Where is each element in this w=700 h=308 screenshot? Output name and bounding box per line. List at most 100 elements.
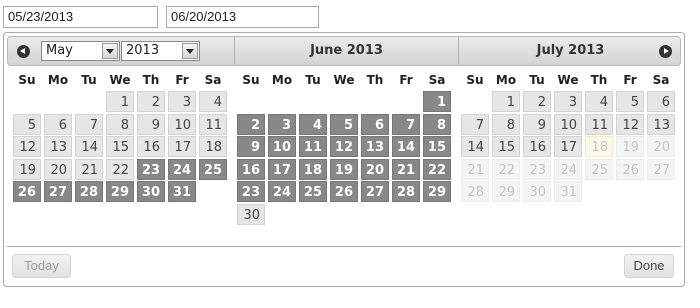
- day-cell[interactable]: 25: [199, 158, 227, 180]
- day-cell[interactable]: 29: [106, 181, 134, 202]
- day-cell[interactable]: 17: [168, 136, 196, 157]
- done-button[interactable]: Done: [624, 254, 674, 278]
- day-cell[interactable]: 25: [299, 181, 327, 202]
- day-cell[interactable]: 17: [268, 158, 296, 180]
- weekday-label: Su: [466, 73, 484, 87]
- day-cell[interactable]: 10: [554, 113, 582, 135]
- day-cell[interactable]: 27: [44, 181, 72, 202]
- next-month-icon[interactable]: [659, 45, 672, 58]
- month-select[interactable]: May: [41, 41, 120, 61]
- day-cell[interactable]: 16: [523, 136, 551, 157]
- day-cell[interactable]: 16: [137, 136, 165, 157]
- day-cell[interactable]: 23: [237, 181, 265, 202]
- day-cell[interactable]: 30: [137, 181, 165, 202]
- prev-month-icon[interactable]: [17, 45, 30, 58]
- day-cell[interactable]: 5: [13, 113, 41, 135]
- day-cell[interactable]: 15: [492, 136, 520, 157]
- weekday-label: Sa: [204, 73, 222, 87]
- day-cell[interactable]: 15: [106, 136, 134, 157]
- day-cell[interactable]: 18: [585, 136, 613, 157]
- day-cell[interactable]: 15: [423, 136, 451, 157]
- chevron-down-icon[interactable]: [182, 43, 198, 59]
- day-cell[interactable]: 1: [423, 91, 451, 112]
- day-cell[interactable]: 10: [268, 136, 296, 157]
- day-cell[interactable]: 3: [268, 113, 296, 135]
- day-cell[interactable]: 19: [330, 158, 358, 180]
- day-cell[interactable]: 26: [13, 181, 41, 202]
- day-cell[interactable]: 4: [199, 91, 227, 112]
- day-cell[interactable]: 13: [361, 136, 389, 157]
- day-cell[interactable]: 1: [492, 91, 520, 112]
- day-cell[interactable]: 14: [392, 136, 420, 157]
- day-cell[interactable]: 16: [237, 158, 265, 180]
- day-cell[interactable]: 11: [299, 136, 327, 157]
- weekday-label: Su: [18, 73, 36, 87]
- day-cell[interactable]: 12: [616, 113, 644, 135]
- day-cell[interactable]: 24: [268, 181, 296, 202]
- day-cell[interactable]: 20: [361, 158, 389, 180]
- day-cell[interactable]: 4: [585, 91, 613, 112]
- day-cell[interactable]: 22: [423, 158, 451, 180]
- day-cell[interactable]: 3: [168, 91, 196, 112]
- day-cell[interactable]: 10: [168, 113, 196, 135]
- day-cell[interactable]: 8: [492, 113, 520, 135]
- day-cell[interactable]: 14: [461, 136, 489, 157]
- day-cell[interactable]: 5: [616, 91, 644, 112]
- day-grid: 1 2 3 4 5 6 7 8 9 10 11 12 13 14 15 16 17 18 19 20 21 22 23 24 2…: [461, 91, 675, 202]
- day-cell[interactable]: 18: [299, 158, 327, 180]
- day-cell[interactable]: 31: [168, 181, 196, 202]
- day-cell[interactable]: 4: [299, 113, 327, 135]
- empty-day-cell: [13, 91, 41, 112]
- start-date-input[interactable]: 05/23/2013: [3, 6, 158, 28]
- weekday-label: Sa: [652, 73, 670, 87]
- day-cell[interactable]: 12: [330, 136, 358, 157]
- day-cell[interactable]: 9: [237, 136, 265, 157]
- weekday-header: Su Mo Tu We Th Fr Sa: [13, 71, 227, 89]
- day-cell[interactable]: 17: [554, 136, 582, 157]
- day-cell[interactable]: 6: [647, 91, 675, 112]
- day-cell[interactable]: 6: [361, 113, 389, 135]
- day-cell: 31: [554, 181, 582, 202]
- day-cell[interactable]: 23: [137, 158, 165, 180]
- day-cell[interactable]: 19: [13, 158, 41, 180]
- day-cell[interactable]: 3: [554, 91, 582, 112]
- day-cell[interactable]: 29: [423, 181, 451, 202]
- empty-day-cell: [361, 91, 389, 112]
- today-button[interactable]: Today: [12, 254, 71, 278]
- day-cell[interactable]: 20: [44, 158, 72, 180]
- day-cell[interactable]: 18: [199, 136, 227, 157]
- day-cell: 26: [616, 158, 644, 180]
- day-cell[interactable]: 14: [75, 136, 103, 157]
- day-cell[interactable]: 8: [423, 113, 451, 135]
- day-cell[interactable]: 9: [523, 113, 551, 135]
- day-cell[interactable]: 11: [585, 113, 613, 135]
- day-cell[interactable]: 27: [361, 181, 389, 202]
- day-cell[interactable]: 9: [137, 113, 165, 135]
- day-cell[interactable]: 2: [137, 91, 165, 112]
- day-cell[interactable]: 22: [106, 158, 134, 180]
- empty-day-cell: [330, 91, 358, 112]
- day-cell[interactable]: 13: [647, 113, 675, 135]
- day-cell[interactable]: 26: [330, 181, 358, 202]
- day-cell[interactable]: 28: [75, 181, 103, 202]
- day-cell[interactable]: 24: [168, 158, 196, 180]
- day-cell[interactable]: 21: [392, 158, 420, 180]
- day-cell[interactable]: 7: [461, 113, 489, 135]
- chevron-down-icon[interactable]: [102, 43, 118, 59]
- day-cell[interactable]: 21: [75, 158, 103, 180]
- day-cell[interactable]: 1: [106, 91, 134, 112]
- day-cell[interactable]: 13: [44, 136, 72, 157]
- day-cell[interactable]: 28: [392, 181, 420, 202]
- day-cell[interactable]: 11: [199, 113, 227, 135]
- day-cell[interactable]: 7: [392, 113, 420, 135]
- year-select[interactable]: 2013: [121, 41, 200, 61]
- day-cell[interactable]: 8: [106, 113, 134, 135]
- day-cell[interactable]: 6: [44, 113, 72, 135]
- day-cell[interactable]: 30: [237, 203, 265, 225]
- day-cell[interactable]: 5: [330, 113, 358, 135]
- day-cell[interactable]: 7: [75, 113, 103, 135]
- day-cell[interactable]: 2: [237, 113, 265, 135]
- day-cell[interactable]: 12: [13, 136, 41, 157]
- end-date-input[interactable]: 06/20/2013: [166, 6, 319, 28]
- day-cell[interactable]: 2: [523, 91, 551, 112]
